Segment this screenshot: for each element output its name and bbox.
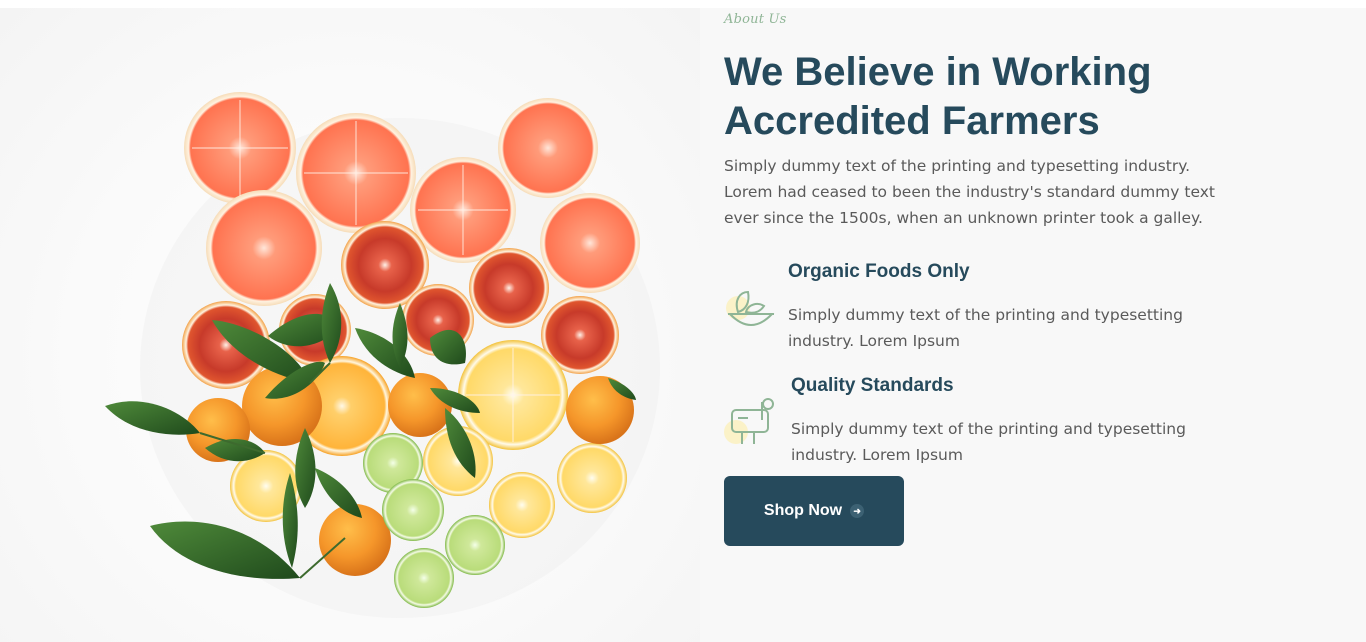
feature-title: Quality Standards: [791, 375, 954, 396]
citrus-fruits-illustration: [105, 92, 660, 618]
title-line-2: Accredited Farmers: [724, 99, 1100, 143]
feature-title: Organic Foods Only: [788, 261, 970, 282]
feature-text: Simply dummy text of the printing and ty…: [791, 420, 1186, 464]
title-line-1: We Believe in Working: [724, 50, 1152, 94]
citrus-fruits-image: [0, 8, 700, 642]
section-eyebrow: About Us: [724, 12, 787, 27]
feature-quality-standards: Quality Standards Simply dummy text of t…: [724, 362, 1244, 464]
bowl-leaf-icon: [724, 284, 776, 336]
feature-organic-foods: Organic Foods Only Simply dummy text of …: [724, 248, 1244, 350]
mailbox-icon: [724, 398, 776, 450]
section-title: We Believe in Working Accredited Farmers: [724, 48, 1244, 146]
feature-text: Simply dummy text of the printing and ty…: [788, 306, 1183, 350]
page: About Us We Believe in Working Accredite…: [0, 0, 1366, 642]
intro-text: Simply dummy text of the printing and ty…: [724, 157, 1215, 227]
shop-now-label: Shop Now: [763, 502, 843, 519]
arrow-right-icon: ➜: [850, 504, 865, 518]
shop-now-button[interactable]: Shop Now ➜: [724, 476, 904, 546]
about-section: About Us We Believe in Working Accredite…: [0, 8, 1366, 642]
